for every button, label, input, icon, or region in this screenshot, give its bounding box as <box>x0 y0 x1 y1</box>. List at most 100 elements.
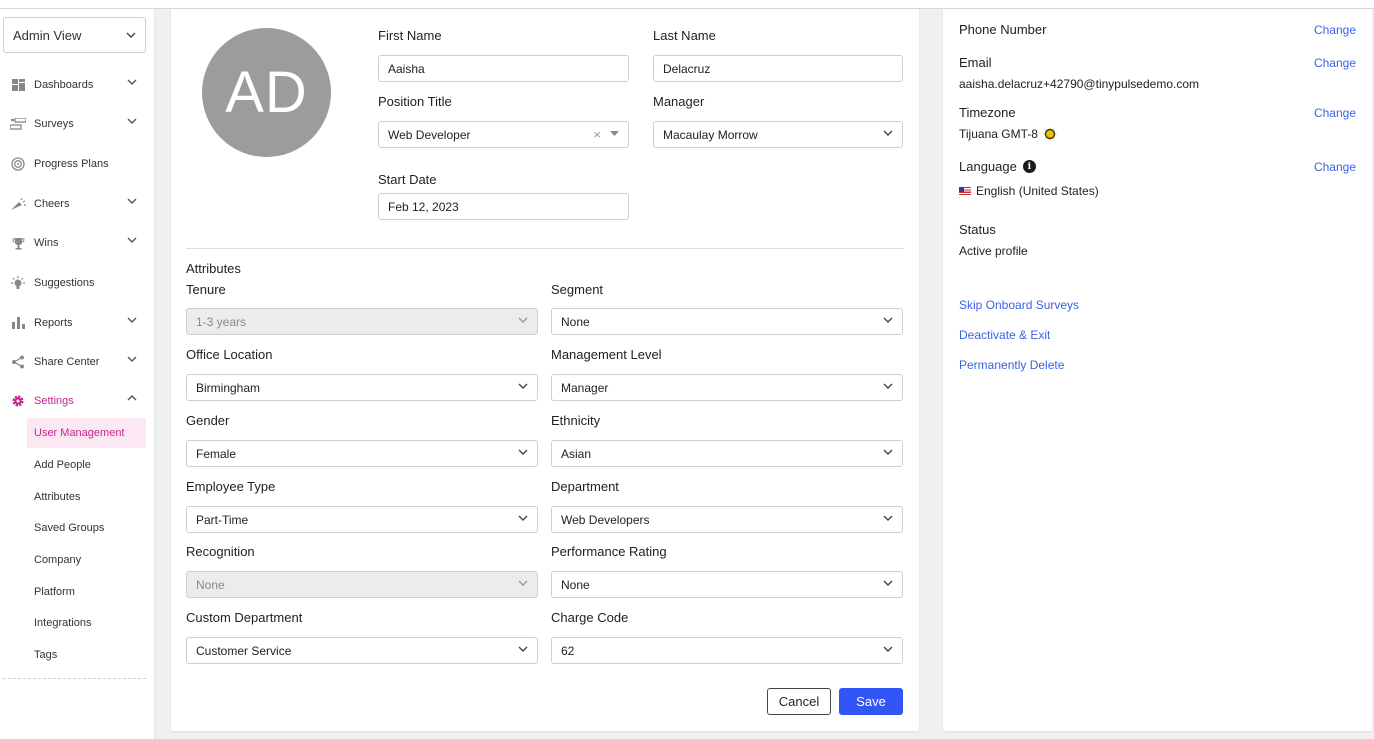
sidebar-item-dashboards[interactable]: Dashboards <box>0 67 155 103</box>
office-location-label: Office Location <box>186 347 273 362</box>
change-language-link[interactable]: Change <box>1314 160 1356 174</box>
performance-rating-select[interactable]: None <box>551 571 903 598</box>
first-name-input[interactable]: Aaisha <box>378 55 629 82</box>
timezone-value: Tijuana GMT-8 <box>959 127 1038 141</box>
sidebar-item-suggestions[interactable]: Suggestions <box>0 265 155 301</box>
gender-select[interactable]: Female <box>186 440 538 467</box>
chevron-down-icon <box>883 515 893 521</box>
sidebar-item-label: Cheers <box>34 198 70 210</box>
segment-select[interactable]: None <box>551 308 903 335</box>
ethnicity-label: Ethnicity <box>551 413 601 428</box>
sidebar-item-cheers[interactable]: Cheers <box>0 186 155 222</box>
chevron-down-icon <box>883 449 893 455</box>
info-icon[interactable]: i <box>1022 160 1036 173</box>
sidebar-subitem-label: Platform <box>34 586 75 598</box>
sidebar-subitem-company[interactable]: Company <box>27 545 146 575</box>
megaphone-icon <box>10 196 26 212</box>
trophy-icon <box>10 235 26 251</box>
chevron-down-icon <box>127 356 137 362</box>
share-icon <box>10 354 26 370</box>
view-select[interactable]: Admin View <box>3 17 146 53</box>
sidebar: Admin View Dashboards Surveys Progress P… <box>0 9 155 739</box>
ethnicity-value: Asian <box>561 446 592 461</box>
survey-icon <box>10 116 26 132</box>
lightbulb-icon <box>10 275 26 291</box>
sidebar-subitem-integrations[interactable]: Integrations <box>27 608 146 638</box>
chevron-down-icon <box>883 646 893 652</box>
position-title-select[interactable]: Web Developer × <box>378 121 629 148</box>
timezone-label: Timezone <box>959 105 1016 120</box>
sidebar-item-label: Suggestions <box>34 277 95 289</box>
sidebar-item-progress-plans[interactable]: Progress Plans <box>0 146 155 182</box>
change-phone-link[interactable]: Change <box>1314 23 1356 37</box>
ethnicity-select[interactable]: Asian <box>551 440 903 467</box>
sun-icon <box>1043 127 1057 141</box>
cancel-button[interactable]: Cancel <box>767 688 831 715</box>
employee-type-value: Part-Time <box>196 512 249 527</box>
gender-value: Female <box>196 446 237 461</box>
first-name-label: First Name <box>378 28 442 43</box>
target-icon <box>10 156 26 172</box>
sidebar-item-share-center[interactable]: Share Center <box>0 344 155 380</box>
view-select-label: Admin View <box>13 27 82 43</box>
sidebar-item-label: Reports <box>34 317 73 329</box>
management-level-value: Manager <box>561 380 609 395</box>
us-flag-icon <box>959 187 971 195</box>
language-label-row: Language i <box>959 159 1036 174</box>
chevron-down-icon <box>127 237 137 243</box>
department-select[interactable]: Web Developers <box>551 506 903 533</box>
sidebar-subitem-attributes[interactable]: Attributes <box>27 482 146 512</box>
chevron-down-icon <box>127 317 137 323</box>
tenure-value: 1-3 years <box>196 314 247 329</box>
start-date-input[interactable]: Feb 12, 2023 <box>378 193 629 220</box>
profile-form-card: AD First Name Aaisha Last Name Delacruz … <box>171 9 919 731</box>
permanently-delete-link[interactable]: Permanently Delete <box>959 358 1064 372</box>
tenure-select: 1-3 years <box>186 308 538 335</box>
sidebar-item-reports[interactable]: Reports <box>0 305 155 341</box>
employee-type-select[interactable]: Part-Time <box>186 506 538 533</box>
chevron-down-icon <box>126 32 136 38</box>
start-date-value: Feb 12, 2023 <box>388 199 459 214</box>
change-timezone-link[interactable]: Change <box>1314 106 1356 120</box>
sidebar-item-wins[interactable]: Wins <box>0 225 155 261</box>
sidebar-subitem-saved-groups[interactable]: Saved Groups <box>27 513 146 543</box>
manager-select[interactable]: Macaulay Morrow <box>653 121 903 148</box>
manager-label: Manager <box>653 94 705 109</box>
last-name-label: Last Name <box>653 28 716 43</box>
sidebar-subitem-tags[interactable]: Tags <box>27 640 146 670</box>
custom-department-select[interactable]: Customer Service <box>186 637 538 664</box>
skip-onboard-surveys-link[interactable]: Skip Onboard Surveys <box>959 298 1079 312</box>
sidebar-item-surveys[interactable]: Surveys <box>0 106 155 142</box>
change-email-link[interactable]: Change <box>1314 56 1356 70</box>
chevron-down-icon <box>883 580 893 586</box>
last-name-input[interactable]: Delacruz <box>653 55 903 82</box>
chevron-down-icon <box>127 198 137 204</box>
office-location-select[interactable]: Birmingham <box>186 374 538 401</box>
chevron-down-icon <box>518 449 528 455</box>
sidebar-subitem-add-people[interactable]: Add People <box>27 450 146 480</box>
sidebar-item-settings[interactable]: Settings <box>0 383 155 419</box>
deactivate-exit-link[interactable]: Deactivate & Exit <box>959 328 1050 342</box>
charge-code-label: Charge Code <box>551 610 629 625</box>
sidebar-subitem-user-management[interactable]: User Management <box>27 418 146 448</box>
save-button[interactable]: Save <box>839 688 903 715</box>
language-label: Language <box>959 159 1017 174</box>
sidebar-subitem-label: Saved Groups <box>34 522 105 534</box>
performance-rating-value: None <box>561 577 590 592</box>
sidebar-subitem-label: Integrations <box>34 617 92 629</box>
sidebar-subitem-label: Company <box>34 554 82 566</box>
sidebar-subitem-platform[interactable]: Platform <box>27 577 146 607</box>
chevron-down-icon <box>127 79 137 85</box>
clear-icon[interactable]: × <box>593 127 601 142</box>
manager-value: Macaulay Morrow <box>663 127 758 142</box>
management-level-select[interactable]: Manager <box>551 374 903 401</box>
section-divider <box>186 248 904 249</box>
caret-down-icon <box>610 131 619 136</box>
charge-code-select[interactable]: 62 <box>551 637 903 664</box>
sidebar-item-label: Settings <box>34 395 74 407</box>
sidebar-divider <box>3 678 146 679</box>
chevron-up-icon <box>127 395 137 401</box>
custom-department-label: Custom Department <box>186 610 303 625</box>
custom-department-value: Customer Service <box>196 643 292 658</box>
sidebar-item-label: Dashboards <box>34 79 94 91</box>
